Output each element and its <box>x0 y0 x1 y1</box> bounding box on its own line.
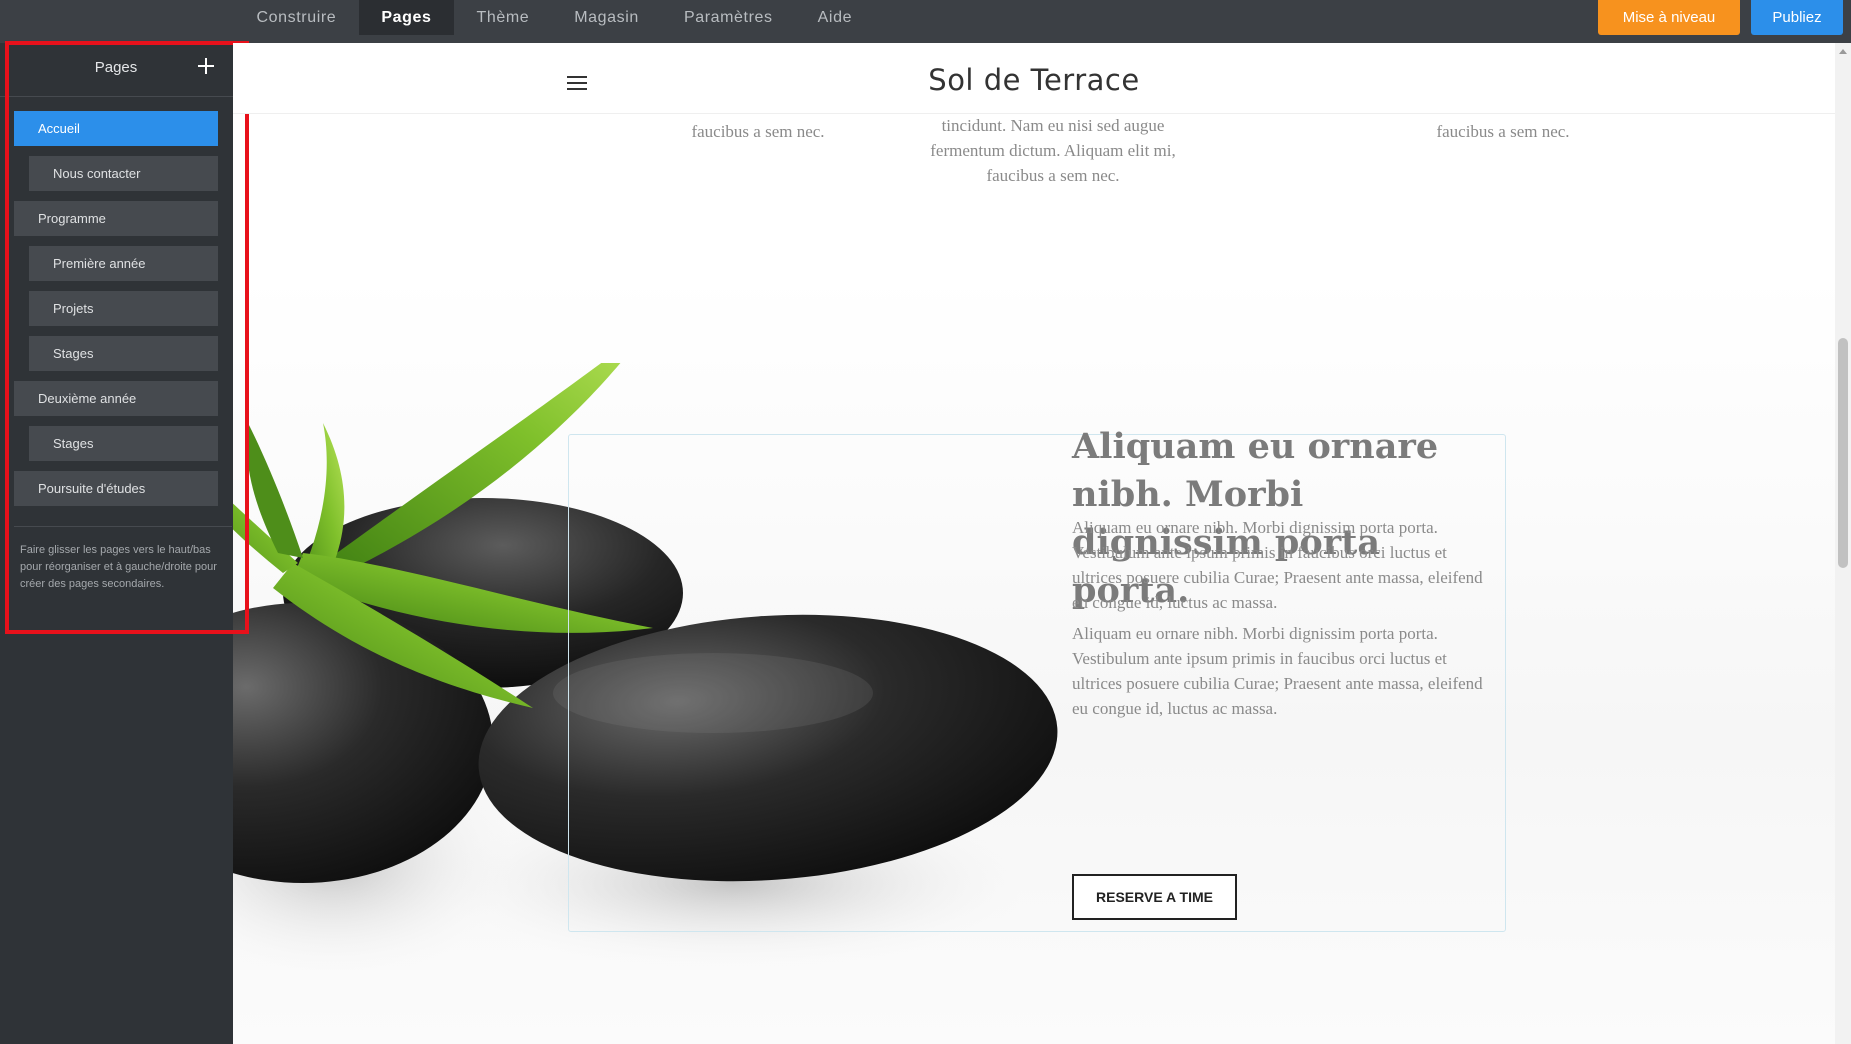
page-item-stages[interactable]: Stages <box>29 336 218 371</box>
tab-construire[interactable]: Construire <box>234 0 359 35</box>
scroll-thumb[interactable] <box>1838 338 1848 568</box>
main-nav: Construire Pages Thème Magasin Paramètre… <box>234 0 875 35</box>
page-item-programme[interactable]: Programme <box>14 201 218 236</box>
column-text-line: fermentum dictum. Aliquam elit mi, <box>930 141 1176 160</box>
column-text-center: tincidunt. Nam eu nisi sed augue ferment… <box>883 113 1223 188</box>
column-text-line: tincidunt. Nam eu nisi sed augue <box>941 116 1165 135</box>
scrollbar[interactable] <box>1835 43 1851 1044</box>
feature-paragraph: Aliquam eu ornare nibh. Morbi dignissim … <box>1072 518 1483 612</box>
column-text-right: faucibus a sem nec. <box>1436 122 1570 141</box>
plus-icon[interactable] <box>196 56 216 76</box>
top-toolbar: Construire Pages Thème Magasin Paramètre… <box>0 0 1851 43</box>
tab-magasin[interactable]: Magasin <box>552 0 662 35</box>
page-item-nous-contacter[interactable]: Nous contacter <box>29 156 218 191</box>
tab-parametres[interactable]: Paramètres <box>661 0 795 35</box>
publish-button[interactable]: Publiez <box>1751 0 1843 35</box>
page-item-poursuite-etudes[interactable]: Poursuite d'études <box>14 471 218 506</box>
page-item-accueil[interactable]: Accueil <box>14 111 218 146</box>
site-preview: faucibus a sem nec. tincidunt. Nam eu ni… <box>233 43 1835 1044</box>
tab-pages[interactable]: Pages <box>358 0 454 35</box>
column-text-line: faucibus a sem nec. <box>986 166 1120 185</box>
page-item-deuxieme-annee[interactable]: Deuxième année <box>14 381 218 416</box>
sidebar-divider <box>14 526 232 527</box>
tab-theme[interactable]: Thème <box>454 0 552 35</box>
column-text-left: faucibus a sem nec. <box>691 122 825 141</box>
feature-paragraph: Aliquam eu ornare nibh. Morbi dignissim … <box>1072 624 1483 718</box>
site-title[interactable]: Sol de Terrace <box>233 63 1835 97</box>
sidebar-help-text: Faire glisser les pages vers le haut/bas… <box>20 544 217 590</box>
upgrade-button[interactable]: Mise à niveau <box>1598 0 1740 35</box>
pages-sidebar: Pages Accueil Nous contacter Programme P… <box>0 43 233 1044</box>
sidebar-header: Pages <box>0 43 233 97</box>
tab-aide[interactable]: Aide <box>795 0 874 35</box>
page-item-stages-2[interactable]: Stages <box>29 426 218 461</box>
scroll-up-icon[interactable] <box>1839 49 1847 54</box>
reserve-button[interactable]: RESERVE A TIME <box>1072 874 1237 920</box>
page-item-premiere-annee[interactable]: Première année <box>29 246 218 281</box>
page-item-projets[interactable]: Projets <box>29 291 218 326</box>
site-header: Sol de Terrace <box>233 43 1835 114</box>
